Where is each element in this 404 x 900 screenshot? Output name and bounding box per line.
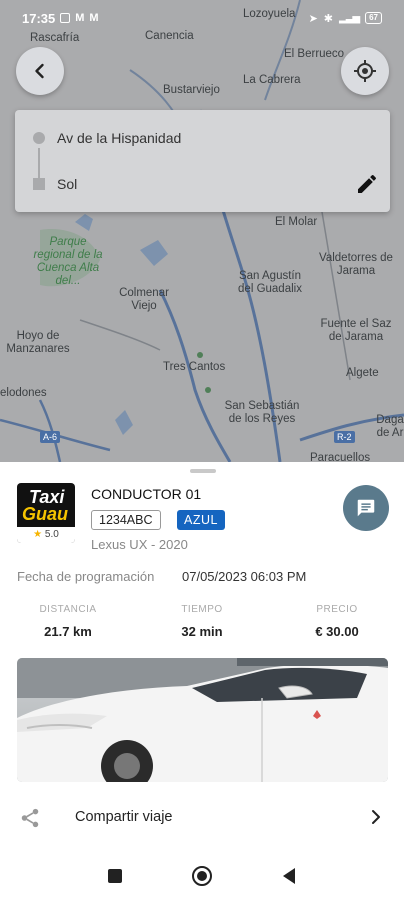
map-label: Hoyo de Manzanares (6, 330, 70, 355)
gmail-icon: M (89, 12, 99, 24)
origin-address[interactable]: Av de la Hispanidad (57, 130, 181, 146)
share-trip-label: Compartir viaje (75, 809, 173, 825)
chat-button[interactable] (343, 485, 389, 531)
taxi-company-logo: Taxi Guau ★ 5.0 (17, 483, 75, 543)
vehicle-model: Lexus UX - 2020 (91, 537, 188, 552)
price-label: PRECIO (316, 604, 358, 615)
location-arrow-icon: ➤ (308, 12, 318, 25)
instagram-icon (60, 13, 71, 23)
map-label: Tres Cantos (163, 361, 226, 373)
map-label: Algete (346, 367, 379, 379)
map-label-park: Parque regional de la Cuenca Alta del... (33, 236, 103, 287)
road-shield: A-6 (40, 431, 61, 443)
schedule-label: Fecha de programación (17, 569, 155, 584)
star-icon: ★ (33, 529, 43, 540)
back-arrow-icon (35, 63, 44, 79)
destination-address[interactable]: Sol (57, 176, 77, 192)
my-location-icon (354, 60, 376, 82)
distance-value: 21.7 km (44, 624, 92, 639)
map-label: Daga de Ar (376, 414, 404, 439)
sheet-drag-handle[interactable] (190, 469, 216, 473)
driver-name: CONDUCTOR 01 (91, 486, 202, 502)
bluetooth-icon: ✱ (323, 12, 334, 25)
origin-dot-icon (33, 132, 45, 144)
my-location-button[interactable] (341, 47, 389, 95)
destination-square-icon (33, 178, 45, 190)
chat-icon (357, 499, 375, 517)
system-back-button[interactable] (277, 864, 301, 888)
map-label: El Berrueco (284, 48, 345, 60)
signal-icon: ▂▃▅ (339, 12, 360, 24)
logo-text-line2: Guau (22, 504, 69, 524)
home-icon (192, 866, 212, 886)
gmail-icon: M (75, 12, 85, 24)
vehicle-photo (17, 658, 388, 782)
battery-icon: 67 (365, 12, 382, 24)
time-value: 32 min (181, 624, 223, 639)
time-label: TIEMPO (181, 604, 223, 615)
trip-details-sheet: Taxi Guau ★ 5.0 CONDUCTOR 01 1234ABC AZU… (0, 462, 404, 900)
recents-button[interactable] (103, 864, 127, 888)
map-label: El Molar (275, 216, 318, 228)
map-label: La Cabrera (243, 74, 301, 86)
edit-pencil-icon (358, 174, 377, 193)
map-label: Paracuellos (310, 452, 371, 462)
map-label: elodones (0, 387, 47, 399)
system-nav-bar (0, 846, 404, 900)
map-label: San Sebastián de los Reyes (224, 400, 300, 425)
price-value: € 30.00 (315, 624, 359, 639)
vehicle-color-badge: AZUL (177, 510, 225, 530)
map-label: San Agustín del Guadalix (238, 270, 302, 295)
back-triangle-icon (283, 868, 295, 884)
car-illustration (17, 658, 388, 782)
status-bar: 17:35 M M ➤ ✱ ▂▃▅ 67 (0, 0, 404, 36)
home-button[interactable] (190, 864, 214, 888)
rating-value: 5.0 (44, 529, 59, 540)
map-label: Valdetorres de Jarama (319, 252, 393, 277)
license-plate: 1234ABC (91, 510, 161, 530)
status-time: 17:35 (22, 10, 56, 26)
time-stat: TIEMPO 32 min (152, 604, 252, 639)
back-button[interactable] (16, 47, 64, 95)
map-label: Bustarviejo (163, 84, 220, 96)
route-connector (38, 148, 40, 178)
edit-route-button[interactable] (355, 172, 379, 196)
share-icon (21, 808, 39, 828)
map-label: Fuente el Saz de Jarama (320, 318, 392, 343)
price-stat: PRECIO € 30.00 (287, 604, 387, 639)
recents-icon (108, 869, 122, 883)
driver-rating: ★ 5.0 (17, 527, 75, 543)
share-trip-row[interactable]: Compartir viaje (0, 792, 404, 844)
route-card: Av de la Hispanidad Sol (15, 110, 390, 212)
distance-label: DISTANCIA (39, 604, 97, 615)
map-label: Colmenar Viejo (119, 287, 169, 312)
distance-stat: DISTANCIA 21.7 km (18, 604, 118, 639)
schedule-value: 07/05/2023 06:03 PM (182, 569, 307, 584)
road-shield: R-2 (334, 431, 355, 443)
chevron-right-icon (372, 810, 380, 824)
